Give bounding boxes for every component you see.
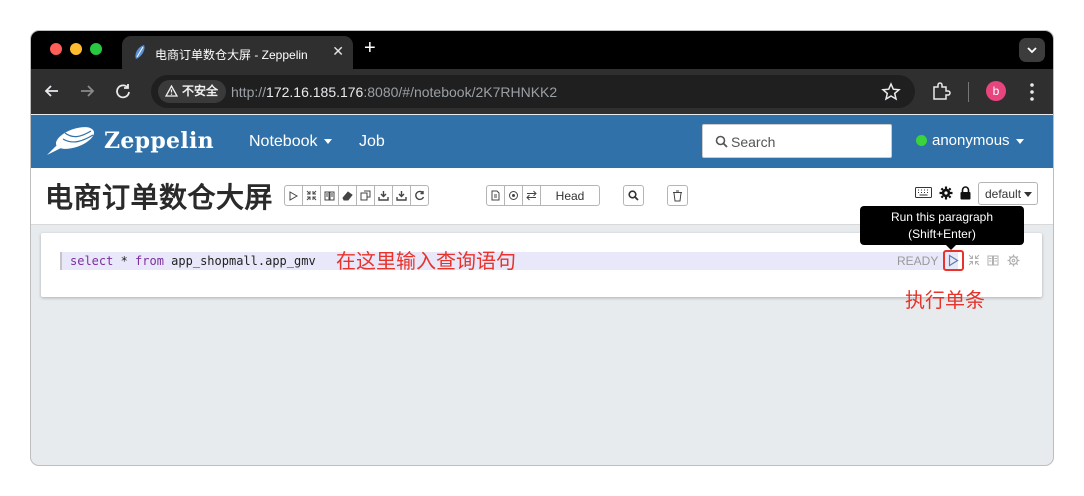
code-keyword-from: from [135, 254, 164, 268]
user-menu[interactable]: anonymous [916, 132, 1024, 149]
tab-search-button[interactable] [1019, 38, 1045, 62]
caret-down-icon [1015, 138, 1024, 144]
code-line: select * from app_shopmall.app_gmv [70, 254, 316, 268]
collapse-arrows-icon [306, 190, 317, 201]
tab-title: 电商订单数仓大屏 - Zeppelin [155, 48, 308, 62]
eraser-icon [342, 191, 353, 201]
hide-output-book-icon[interactable] [987, 254, 999, 266]
show-hide-output-button[interactable] [320, 185, 339, 206]
back-arrow-icon[interactable] [41, 80, 63, 102]
head-revision-button[interactable]: Head [540, 185, 600, 206]
play-icon [289, 190, 298, 201]
revision-button[interactable] [504, 185, 523, 206]
url-scheme: http:// [231, 84, 267, 100]
caret-down-icon [1024, 192, 1033, 198]
reload-note-button[interactable] [410, 185, 429, 206]
url-text: http://172.16.185.176:8080/#/notebook/2K… [231, 84, 557, 100]
export-note-button[interactable] [374, 185, 393, 206]
play-icon [948, 254, 959, 267]
code-star: * [113, 254, 136, 268]
show-hide-code-button[interactable] [302, 185, 321, 206]
exchange-arrows-icon [526, 190, 537, 201]
bookmark-star-icon[interactable] [881, 82, 901, 102]
annotation-input-hint: 在这里输入查询语句 [336, 251, 516, 273]
display-mode-label: default [985, 187, 1022, 201]
annotation-run-hint: 执行单条 [905, 290, 985, 312]
commit-circle-icon [509, 191, 518, 200]
interpreter-settings-gear-icon[interactable] [939, 186, 953, 200]
zeppelin-favicon-icon [135, 45, 145, 59]
more-menu-icon[interactable] [1029, 82, 1035, 102]
hide-editor-icon[interactable] [968, 254, 980, 266]
download-icon [378, 191, 389, 201]
forward-arrow-icon[interactable] [76, 80, 98, 102]
tab-close-icon[interactable]: ✕ [332, 44, 344, 58]
security-indicator[interactable]: 不安全 [158, 80, 227, 103]
export-ipynb-button[interactable] [392, 185, 411, 206]
browser-window: 电商订单数仓大屏 - Zeppelin ✕ + 不安全 http://172.1… [30, 30, 1054, 466]
extensions-puzzle-icon[interactable] [931, 81, 951, 101]
version-control-group: Head [486, 185, 600, 206]
zeppelin-logo-icon[interactable] [45, 125, 97, 157]
notebook-title[interactable]: 电商订单数仓大屏 [45, 176, 273, 216]
code-keyword-select: select [70, 254, 114, 268]
reload-icon[interactable] [112, 80, 134, 102]
search-icon [715, 135, 728, 148]
profile-avatar[interactable]: b [986, 81, 1006, 101]
search-icon [628, 190, 639, 201]
url-host: 172.16.185.176 [266, 84, 364, 100]
run-paragraph-button[interactable] [943, 250, 964, 271]
compare-revisions-button[interactable] [522, 185, 541, 206]
search-input[interactable] [731, 132, 881, 152]
note-permissions-lock-icon[interactable] [960, 186, 971, 200]
url-path: :8080/#/notebook/2K7RHNKK2 [363, 84, 558, 100]
remove-note-button[interactable] [667, 185, 688, 206]
clear-output-button[interactable] [338, 185, 357, 206]
maximize-window-button[interactable] [90, 43, 102, 55]
close-window-button[interactable] [50, 43, 62, 55]
notebook-actions-group [284, 185, 429, 206]
download-icon [396, 191, 407, 201]
browser-toolbar: 不安全 http://172.16.185.176:8080/#/noteboo… [31, 69, 1053, 114]
notebook-menu-label: Notebook [249, 133, 318, 150]
new-tab-button[interactable]: + [364, 38, 376, 58]
paragraph-settings-gear-icon[interactable] [1007, 254, 1020, 267]
commit-button[interactable] [486, 185, 505, 206]
notebook-menu[interactable]: Notebook [249, 133, 332, 151]
file-icon [491, 190, 500, 201]
chevron-down-icon [1027, 47, 1037, 54]
caret-down-icon [323, 139, 332, 145]
browser-titlebar: 电商订单数仓大屏 - Zeppelin ✕ + [31, 31, 1053, 69]
tooltip-title: Run this paragraph [890, 210, 994, 224]
clone-note-button[interactable] [356, 185, 375, 206]
job-link[interactable]: Job [359, 133, 385, 151]
code-table-name: app_shopmall.app_gmv [163, 254, 316, 268]
zeppelin-brand[interactable]: Zeppelin [104, 128, 214, 154]
search-code-button[interactable] [623, 185, 644, 206]
username: anonymous [932, 132, 1010, 149]
search-box[interactable] [702, 124, 892, 158]
keyboard-shortcut-icon[interactable] [915, 186, 932, 198]
browser-tab[interactable]: 电商订单数仓大屏 - Zeppelin ✕ [122, 36, 353, 69]
copy-icon [360, 190, 371, 201]
paragraph-status: READY [897, 254, 939, 268]
display-mode-dropdown[interactable]: default [978, 182, 1038, 205]
refresh-icon [415, 190, 425, 201]
run-all-button[interactable] [284, 185, 303, 206]
toolbar-divider [968, 82, 969, 102]
minimize-window-button[interactable] [70, 43, 82, 55]
run-paragraph-tooltip: Run this paragraph (Shift+Enter) [860, 206, 1024, 250]
book-icon [324, 191, 335, 201]
online-status-dot [916, 135, 927, 146]
search-code-group [623, 185, 644, 206]
tooltip-shortcut: (Shift+Enter) [908, 227, 976, 241]
security-label: 不安全 [182, 84, 219, 98]
warning-icon [165, 85, 178, 97]
address-bar[interactable]: 不安全 http://172.16.185.176:8080/#/noteboo… [151, 75, 915, 108]
trash-icon [673, 190, 682, 201]
remove-note-group [667, 185, 688, 206]
zeppelin-header: Zeppelin Notebook Job anonymous [31, 115, 1053, 168]
